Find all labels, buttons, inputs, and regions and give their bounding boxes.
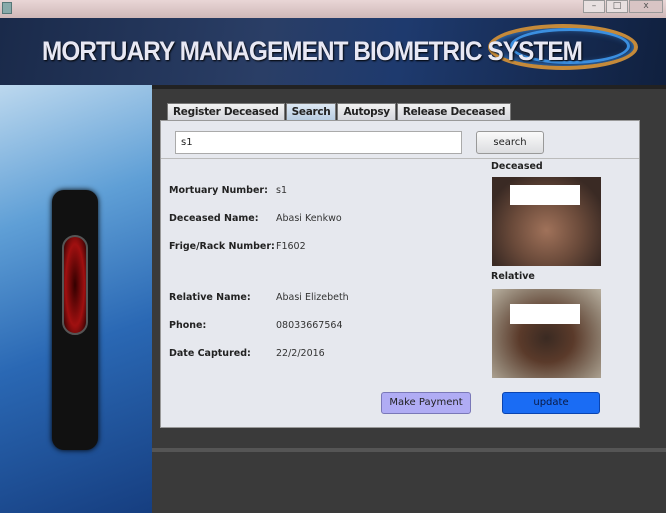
deceased-name-label: Deceased Name: [169, 213, 259, 224]
mortuary-number-value: s1 [276, 185, 287, 196]
phone-value: 08033667564 [276, 320, 343, 331]
bottom-divider [152, 448, 666, 452]
maximize-button[interactable]: □ [606, 0, 628, 13]
tab-autopsy[interactable]: Autopsy [337, 103, 396, 120]
deceased-photo [492, 177, 601, 266]
face-redaction [510, 185, 580, 205]
minimize-button[interactable]: – [583, 0, 605, 13]
tab-search[interactable]: Search [285, 103, 337, 120]
make-payment-button[interactable]: Make Payment [381, 392, 471, 414]
scanner-device [52, 190, 98, 450]
relative-photo-label: Relative [491, 271, 535, 282]
separator [161, 158, 639, 159]
tab-bar: Register Deceased Search Autopsy Release… [167, 103, 512, 120]
rack-number-value: F1602 [276, 241, 306, 252]
phone-label: Phone: [169, 320, 207, 331]
relative-name-label: Relative Name: [169, 292, 251, 303]
date-captured-label: Date Captured: [169, 348, 251, 359]
close-button[interactable]: x [629, 0, 663, 13]
deceased-photo-label: Deceased [491, 161, 543, 172]
search-panel: s1 search Mortuary Number: s1 Deceased N… [160, 120, 640, 428]
header-banner: MORTUARY MANAGEMENT BIOMETRIC SYSTEM [0, 18, 666, 85]
relative-name-value: Abasi Elizebeth [276, 292, 349, 303]
fingerprint-scanner-image [0, 85, 152, 513]
tab-register-deceased[interactable]: Register Deceased [167, 103, 285, 120]
divider [152, 85, 666, 89]
scanner-lens [62, 235, 88, 335]
rack-number-label: Frige/Rack Number: [169, 241, 275, 252]
date-captured-value: 22/2/2016 [276, 348, 325, 359]
window-titlebar: – □ x [0, 0, 666, 18]
search-input[interactable]: s1 [175, 131, 462, 154]
search-button[interactable]: search [476, 131, 544, 154]
face-redaction [510, 304, 580, 324]
relative-photo [492, 289, 601, 378]
app-title: MORTUARY MANAGEMENT BIOMETRIC SYSTEM [42, 36, 583, 66]
tab-release-deceased[interactable]: Release Deceased [396, 103, 512, 120]
deceased-name-value: Abasi Kenkwo [276, 213, 342, 224]
app-icon [2, 2, 12, 14]
update-button[interactable]: update [502, 392, 600, 414]
mortuary-number-label: Mortuary Number: [169, 185, 268, 196]
